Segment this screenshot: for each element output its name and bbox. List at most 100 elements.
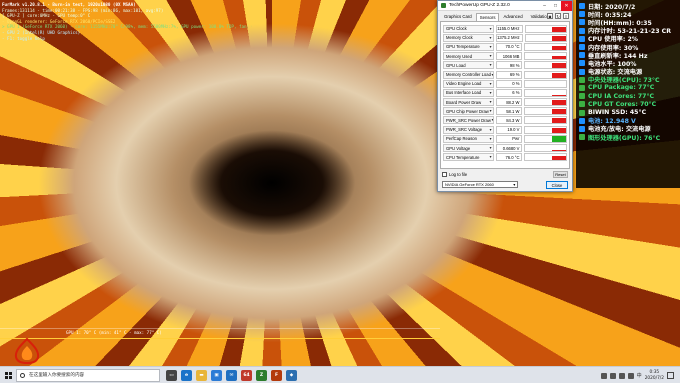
sensor-name: CPU Temperature [446,154,480,160]
osd-value: 电源状态: 交流电源 [588,69,643,76]
sensor-graph-fill [552,109,566,115]
sensor-graph-fill [552,95,566,96]
sensor-name-dropdown[interactable]: PWR_SRC Voltage ▼ [443,125,495,134]
sensor-graph-fill [552,118,566,124]
sensor-row: GPU Chip Power Draw ▼ 58.1 W [441,107,569,116]
sensor-icon [579,117,585,124]
taskbar-clock[interactable]: 0:35 2020/7/2 [645,370,664,381]
sensor-value: 6 % [496,88,523,97]
sensor-name-dropdown[interactable]: Memory Clock ▼ [443,33,495,42]
sensor-name-dropdown[interactable]: CPU Temperature ▼ [443,153,495,162]
sensor-graph-fill [552,35,566,41]
chevron-up-icon[interactable] [600,372,607,379]
sensor-graph [524,61,567,70]
sensor-name-dropdown[interactable]: Board Power Draw ▼ [443,98,495,107]
maximize-icon[interactable]: □ [550,1,561,11]
tab-sensors[interactable]: Sensors [475,13,500,21]
chevron-down-icon: ▼ [488,26,493,31]
sensor-name-dropdown[interactable]: GPU Clock ▼ [443,24,495,33]
camera-icon[interactable]: ◙ [547,13,553,19]
gpu-select-value: NVIDIA GeForce RTX 2060 [445,182,494,187]
osd-row: CPU 使用率: 2% [579,35,678,43]
sensor-name-dropdown[interactable]: GPU Load ▼ [443,61,495,70]
store-icon[interactable]: ▣ [211,369,222,381]
sensor-value: 70.0 °C [496,42,523,51]
sensor-graph [524,42,567,51]
sensor-name-dropdown[interactable]: PWR_SRC Power Draw ▼ [443,116,495,125]
sensor-icon [579,84,585,91]
osd-row: 内存使用率: 30% [579,43,678,51]
sensor-value: 0 % [496,79,523,88]
sensor-name-dropdown[interactable]: GPU Voltage ▼ [443,144,495,153]
taskbar-search-box[interactable]: 在这里输入你要搜索的内容 [16,368,160,382]
osd-value: 内存使用率: 30% [588,44,639,52]
sensor-row: PWR_SRC Voltage ▼ 19.0 V [441,125,569,134]
sensor-name: Memory Controller Load [446,72,491,78]
search-icon [20,372,25,378]
input-language[interactable]: 中 [637,372,642,379]
notification-icon[interactable] [667,372,674,379]
sensor-name-dropdown[interactable]: PerfCap Reason ▼ [443,134,495,143]
sensor-name: Bus Interface Load [446,90,482,96]
sensor-graph-fill [552,100,566,106]
sensor-name-dropdown[interactable]: Video Engine Load ▼ [443,79,495,88]
sensor-row: GPU Clock ▼ 1155.0 MHz [441,24,569,33]
sensor-icon [579,44,585,51]
close-icon[interactable]: ✕ [561,0,572,11]
close-button[interactable]: Close [546,181,568,189]
furmark-icon[interactable]: F [271,369,282,381]
battery-icon[interactable] [609,372,616,379]
refresh-icon[interactable]: ↻ [555,13,561,19]
temp-graph-label: GPU 1: 70° C (min: 41° C - max: 77° C) [66,330,162,335]
tab-graphics-card[interactable]: Graphics Card [440,12,476,21]
sensor-value: 98 % [496,61,523,70]
gpu-select-dropdown[interactable]: NVIDIA GeForce RTX 2060 ▼ [442,181,518,188]
sensor-graph [524,125,567,134]
minimize-icon[interactable]: – [539,1,550,11]
edge-icon[interactable]: e [181,369,192,381]
sensor-graph [524,134,567,143]
menu-icon[interactable]: ≡ [563,13,569,19]
log-to-file-checkbox[interactable] [442,172,447,177]
sensor-name-dropdown[interactable]: Bus Interface Load ▼ [443,88,495,97]
sensor-name-dropdown[interactable]: GPU Temperature ▼ [443,42,495,51]
chevron-down-icon: ▼ [488,136,493,141]
reset-button[interactable]: Reset [553,171,568,178]
sensor-name-dropdown[interactable]: Memory Controller Load ▼ [443,70,495,79]
osd-row: BIWIN SSD: 45°C [579,108,678,116]
taskbar-apps: ▭ e ▬ ▣ ✉ 64 Z F ◆ [166,369,297,381]
task-view-icon[interactable]: ▭ [166,369,177,381]
osd-value: 时间(HH:mm): 0:35 [588,19,652,27]
gpuz-icon[interactable]: Z [256,369,267,381]
sensor-row: Bus Interface Load ▼ 6 % [441,88,569,97]
mail-icon[interactable]: ✉ [226,369,237,381]
sensor-graph-fill [552,45,566,50]
osd-row: 图形处理器(GPU): 76°C [579,133,678,141]
sensor-name-dropdown[interactable]: GPU Chip Power Draw ▼ [443,107,495,116]
aida64-icon[interactable]: 64 [241,369,252,381]
osd-value: 垂直刷新率: 144 Hz [588,52,648,60]
file-explorer-icon[interactable]: ▬ [196,369,207,381]
gpuz-window-title: TechPowerUp GPU-Z 2.32.0 [449,3,510,8]
osd-value: 图形处理器(GPU): 76°C [588,134,661,142]
chevron-down-icon: ▼ [488,54,493,59]
gpu-temp-graph: GPU 1: 70° C (min: 41° C - max: 77° C) [0,328,440,366]
sensor-name-dropdown[interactable]: Memory Used ▼ [443,52,495,61]
log-to-file-option[interactable]: Log to file [442,172,467,177]
tab-advanced[interactable]: Advanced [499,12,526,21]
chevron-down-icon: ▼ [488,81,493,86]
sensor-name: Video Engine Load [446,81,482,87]
gpuz-titlebar[interactable]: TechPowerUp GPU-Z 2.32.0 – □ ✕ [438,0,572,11]
start-button[interactable] [0,367,16,383]
search-placeholder: 在这里输入你要搜索的内容 [29,373,85,378]
sensor-graph [524,33,567,42]
sensor-value: 19.0 V [496,125,523,134]
volume-icon[interactable] [627,372,634,379]
osd-row: 中央处理器(CPU): 73°C [579,76,678,84]
furmark-hud: FurMark v1.20.8.1 - Burn-in test, 1920x1… [2,2,252,41]
osd-row: 电池: 12.948 V [579,117,678,125]
sensor-value: Pwr [496,134,523,143]
app-blue-icon[interactable]: ◆ [286,369,297,381]
network-icon[interactable] [618,372,625,379]
sensor-graph-fill [552,55,566,60]
